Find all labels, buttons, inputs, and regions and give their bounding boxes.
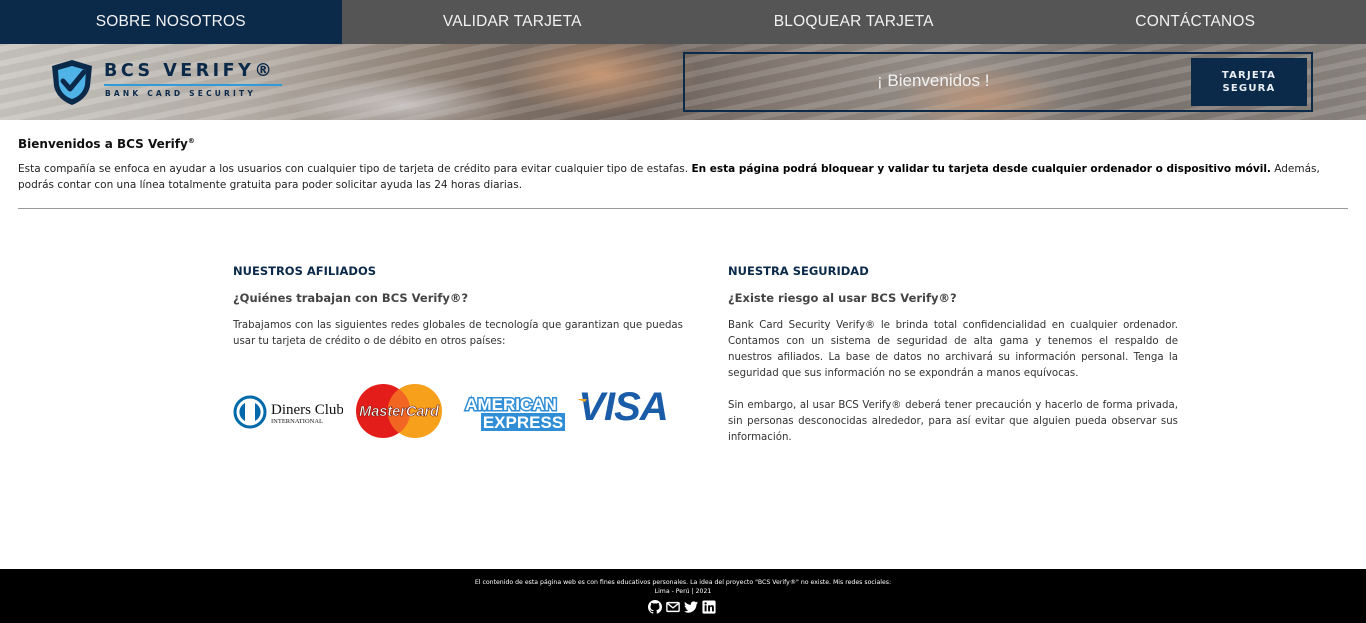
affiliates-subheading: ¿Quiénes trabajan con BCS Verify®?: [233, 291, 468, 305]
diners-text: Diners Club: [271, 402, 343, 418]
hero-banner: BCS VERIFY® BANK CARD SECURITY ¡ Bienven…: [0, 44, 1366, 120]
intro-text-bold: En esta página podrá bloquear y validar …: [691, 163, 1271, 175]
top-nav: SOBRE NOSOTROS VALIDAR TARJETA BLOQUEAR …: [0, 0, 1366, 44]
affiliates-heading: NUESTROS AFILIADOS: [233, 264, 377, 278]
security-subheading: ¿Existe riesgo al usar BCS Verify®?: [728, 291, 957, 305]
welcome-box: ¡ Bienvenidos ! TARJETA SEGURA: [683, 52, 1313, 112]
tarjeta-segura-button[interactable]: TARJETA SEGURA: [1191, 58, 1307, 106]
mastercard-logo: MasterCard: [356, 384, 442, 438]
amex-text-bottom: EXPRESS: [483, 413, 563, 432]
social-links: [648, 599, 716, 614]
nav-validar-tarjeta[interactable]: VALIDAR TARJETA: [342, 0, 684, 44]
affiliates-text: Trabajamos con las siguientes redes glob…: [233, 320, 683, 347]
visa-logo: VISA: [577, 385, 669, 425]
nav-sobre-nosotros[interactable]: SOBRE NOSOTROS: [0, 0, 342, 44]
security-heading: NUESTRA SEGURIDAD: [728, 264, 869, 278]
brand-logo[interactable]: BCS VERIFY® BANK CARD SECURITY: [48, 57, 288, 107]
intro-title: Bienvenidos a BCS Verify®: [18, 137, 1350, 151]
mail-icon[interactable]: [666, 599, 680, 613]
logo-divider: [104, 84, 282, 86]
intro-paragraph: Esta compañía se enfoca en ayudar a los …: [18, 161, 1350, 193]
intro-title-text: Bienvenidos a BCS Verify: [18, 137, 188, 151]
visa-text: VISA: [578, 385, 667, 425]
logo-title: BCS VERIFY®: [104, 61, 276, 81]
amex-text-top: AMERICAN: [465, 395, 557, 414]
nav-contactanos[interactable]: CONTÁCTANOS: [1025, 0, 1366, 44]
mastercard-text: MasterCard: [359, 404, 440, 420]
footer: El contenido de esta página web es con f…: [0, 569, 1366, 623]
twitter-icon[interactable]: [684, 599, 698, 613]
github-icon[interactable]: [648, 599, 662, 614]
welcome-text: ¡ Bienvenidos !: [877, 71, 990, 90]
logo-subtitle: BANK CARD SECURITY: [105, 89, 256, 98]
security-section: NUESTRA SEGURIDAD ¿Existe riesgo al usar…: [728, 264, 1178, 446]
registered-mark: ®: [187, 137, 195, 145]
security-paragraph-1: Bank Card Security Verify® le brinda tot…: [728, 320, 1178, 379]
section-divider: [18, 208, 1348, 209]
intro-text-start: Esta compañía se enfoca en ayudar a los …: [18, 163, 692, 175]
affiliates-section: NUESTROS AFILIADOS ¿Quiénes trabajan con…: [233, 264, 683, 350]
diners-club-logo: Diners Club INTERNATIONAL: [233, 395, 343, 429]
security-paragraph-2: Sin embargo, al usar BCS Verify® deberá …: [728, 400, 1178, 443]
card-logos: Diners Club INTERNATIONAL MasterCard AME…: [233, 383, 683, 439]
footer-disclaimer: El contenido de esta página web es con f…: [474, 579, 892, 586]
intro-section: Bienvenidos a BCS Verify® Esta compañía …: [18, 137, 1350, 193]
american-express-logo: AMERICAN EXPRESS: [464, 394, 565, 432]
tarjeta-segura-label: TARJETA SEGURA: [1221, 70, 1277, 94]
nav-bloquear-tarjeta[interactable]: BLOQUEAR TARJETA: [683, 0, 1025, 44]
shield-check-icon: [52, 60, 92, 105]
linkedin-icon[interactable]: [702, 599, 716, 614]
diners-sub-text: INTERNATIONAL: [271, 418, 323, 425]
footer-location: Lima - Perú | 2021: [654, 588, 712, 595]
